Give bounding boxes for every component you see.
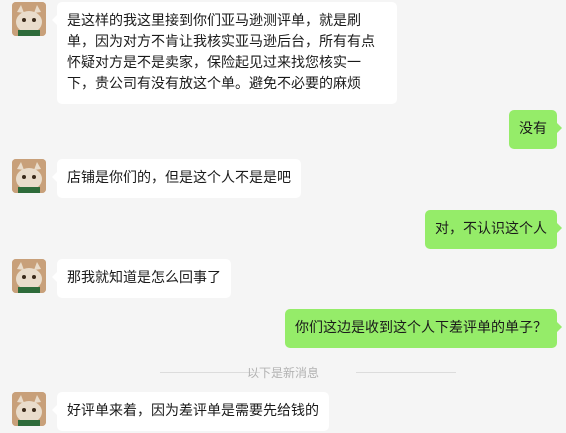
contact-avatar[interactable] [12,2,46,36]
message-bubble[interactable]: 对，不认识这个人 [425,210,562,249]
message-bubble[interactable]: 没有 [509,110,562,149]
new-messages-divider: 以下是新消息 [0,362,566,382]
message-bubble[interactable]: 是这样的我这里接到你们亚马逊测评单，就是刷单，因为对方不肯让我核实亚马逊后台，所… [52,2,397,104]
message-bubble[interactable]: 店铺是你们的，但是这个人不是是吧 [52,159,301,198]
divider-label: 以下是新消息 [246,366,319,380]
contact-avatar[interactable] [12,259,46,293]
contact-avatar[interactable] [12,392,46,426]
message-bubble[interactable]: 好评单来着，因为差评单是需要先给钱的 [52,392,329,431]
message-bubble[interactable]: 你们这边是收到这个人下差评单的单子？ [285,309,562,348]
divider-line [356,372,456,373]
message-bubble[interactable]: 那我就知道是怎么回事了 [52,259,231,298]
chat-window: 是这样的我这里接到你们亚马逊测评单，就是刷单，因为对方不肯让我核实亚马逊后台，所… [0,0,566,433]
contact-avatar[interactable] [12,159,46,193]
